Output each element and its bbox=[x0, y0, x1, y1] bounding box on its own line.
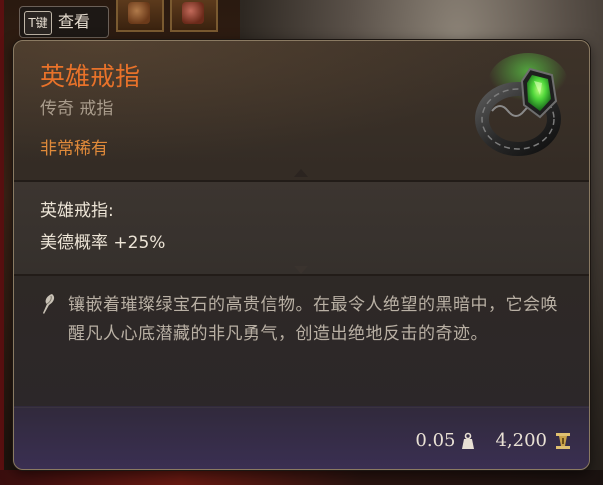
weight-icon bbox=[462, 432, 475, 449]
item-description: 镶嵌着璀璨绿宝石的高贵信物。在最令人绝望的黑暗中，它会唤醒凡人心底潜藏的非凡勇气… bbox=[68, 295, 558, 344]
item-value: 4,200 bbox=[495, 430, 547, 451]
gold-coin-icon bbox=[556, 433, 570, 449]
stats-section bbox=[14, 182, 589, 274]
hotkey-action-label: 查看 bbox=[58, 12, 91, 31]
item-icon bbox=[128, 2, 150, 24]
inventory-slot[interactable] bbox=[116, 0, 164, 32]
divider-notch bbox=[294, 169, 308, 177]
inventory-slot[interactable] bbox=[170, 0, 218, 32]
passive-title: 英雄戒指: bbox=[40, 201, 114, 221]
side-frame bbox=[0, 0, 4, 485]
item-type: 传奇 戒指 bbox=[40, 99, 114, 119]
passive-effect: 美德概率 +25% bbox=[40, 233, 166, 253]
quill-icon bbox=[43, 294, 55, 314]
item-rarity: 非常稀有 bbox=[40, 139, 108, 159]
emerald-ring-icon bbox=[475, 53, 568, 156]
hotkey-key: T键 bbox=[24, 11, 52, 35]
item-tooltip: 英雄戒指 传奇 戒指 非常稀有 英雄戒指: 美德概率 +25% 镶嵌着璀璨绿宝石… bbox=[13, 40, 590, 470]
bottom-frame bbox=[0, 470, 603, 485]
divider-notch bbox=[294, 266, 308, 274]
item-stats-footer: 0.05 4,200 bbox=[415, 426, 571, 456]
item-weight: 0.05 bbox=[415, 430, 456, 451]
item-name: 英雄戒指 bbox=[40, 62, 141, 91]
footer-divider bbox=[14, 407, 589, 408]
item-icon bbox=[182, 2, 204, 24]
